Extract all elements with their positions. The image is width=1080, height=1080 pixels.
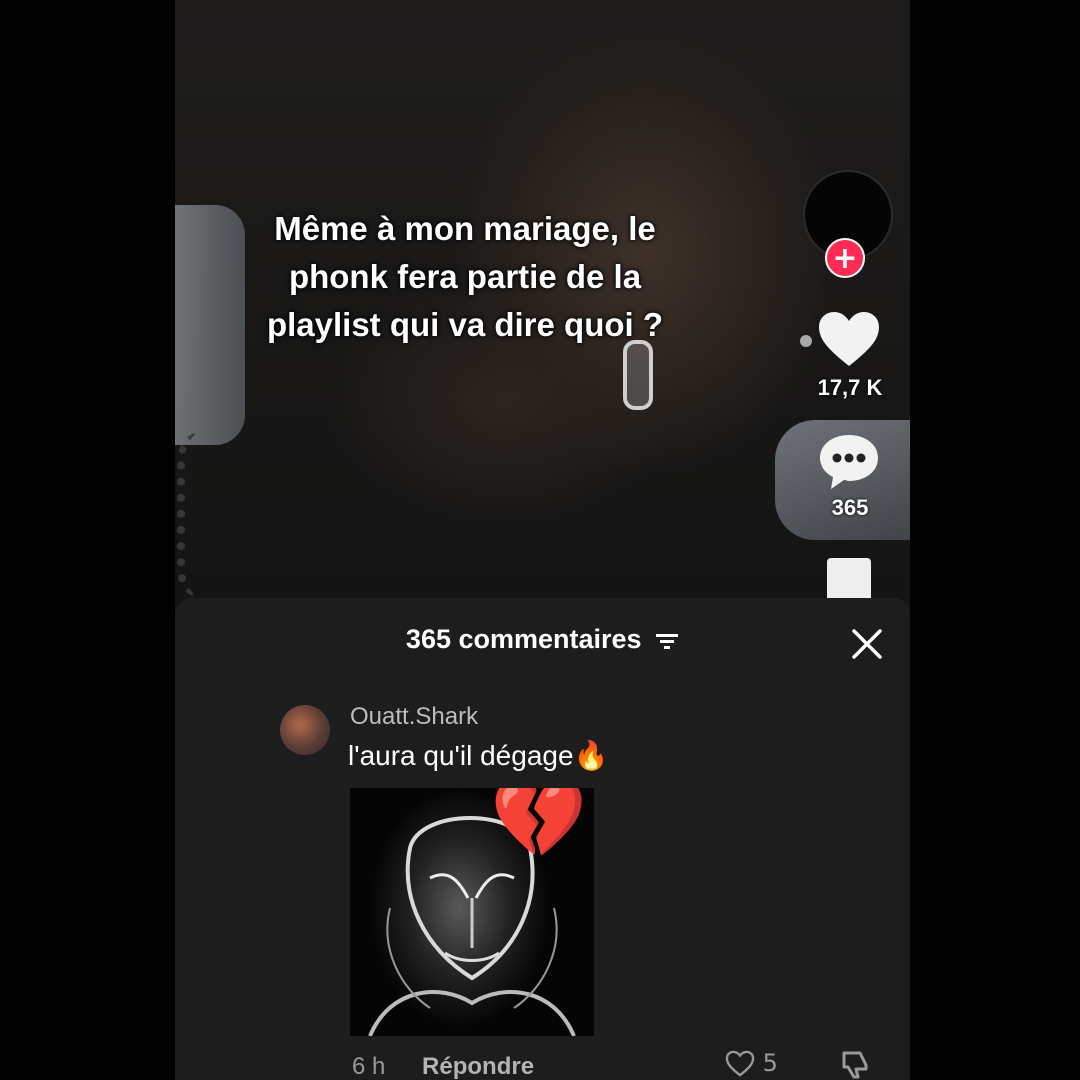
broken-heart-sticker: 💔 xyxy=(490,788,588,864)
comment-like[interactable]: 5 xyxy=(725,1049,778,1078)
tiktok-screen: Même à mon mariage, le phonk fera partie… xyxy=(175,0,910,1080)
comment-bubble-icon[interactable] xyxy=(817,432,881,492)
follow-button[interactable]: + xyxy=(825,238,865,278)
comment-time: 6 h xyxy=(352,1053,386,1080)
video-bracelet-shape xyxy=(177,430,225,600)
comment-like-count: 5 xyxy=(762,1049,778,1077)
video-ring-shape xyxy=(623,340,653,410)
video-player[interactable]: Même à mon mariage, le phonk fera partie… xyxy=(175,0,910,620)
commenter-username[interactable]: Ouatt.Shark xyxy=(350,703,478,731)
heart-icon[interactable] xyxy=(817,310,881,370)
comments-title: 365 commentaires xyxy=(405,624,642,654)
reply-button[interactable]: Répondre xyxy=(422,1053,534,1080)
comment-meta: 6 h Répondre xyxy=(352,1053,534,1080)
filter-icon[interactable] xyxy=(655,631,679,651)
comment-sticker-image[interactable]: 💔 xyxy=(350,788,594,1036)
status-dot xyxy=(800,335,812,347)
commenter-avatar[interactable] xyxy=(280,705,330,755)
like-count: 17,7 K xyxy=(817,375,883,400)
bookmark-icon[interactable] xyxy=(827,558,871,602)
dislike-icon[interactable] xyxy=(840,1049,872,1080)
comments-header: 365 commentaires xyxy=(175,624,910,655)
comment-count: 365 xyxy=(831,495,869,520)
close-icon[interactable] xyxy=(847,624,887,664)
heart-outline-icon[interactable] xyxy=(725,1050,755,1078)
video-caption: Même à mon mariage, le phonk fera partie… xyxy=(266,210,664,343)
comments-sheet: 365 commentaires Ouatt.Shark l'aura qu'i… xyxy=(175,598,910,1080)
comment-text: l'aura qu'il dégage🔥 xyxy=(348,740,609,771)
